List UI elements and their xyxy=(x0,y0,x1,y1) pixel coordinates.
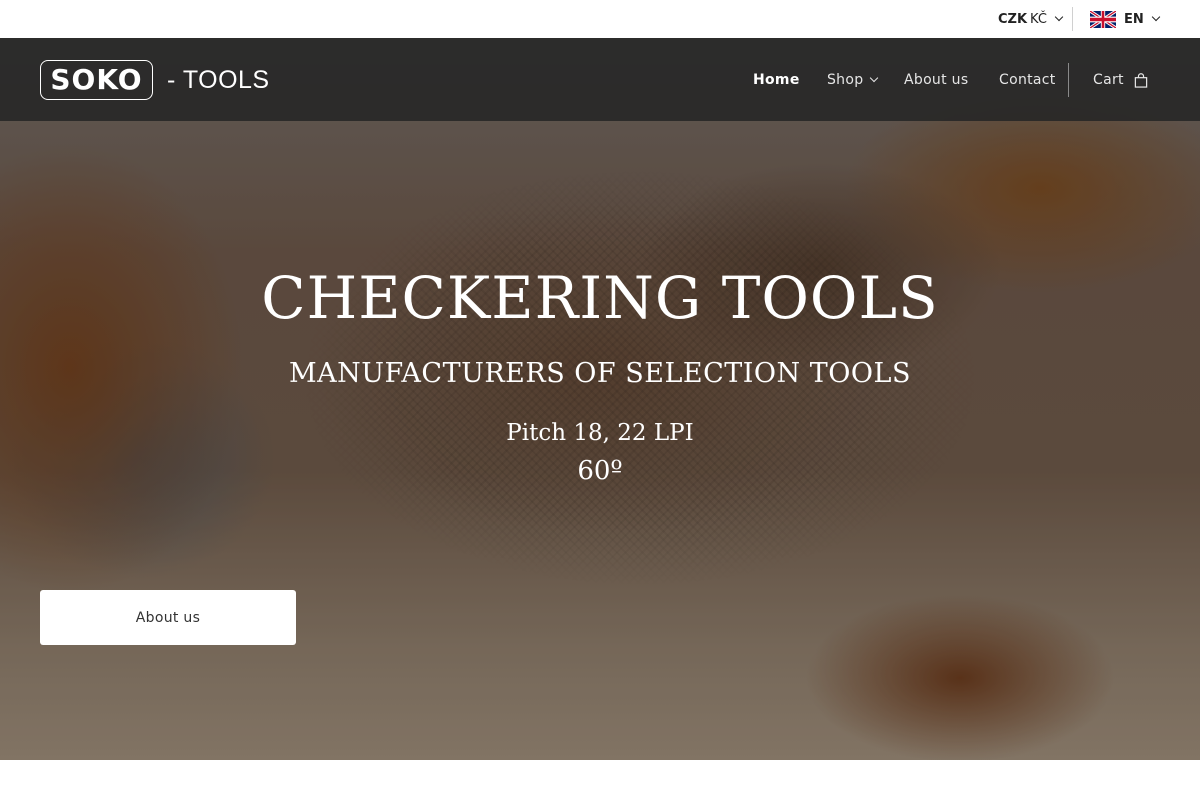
currency-symbol: KČ xyxy=(1030,11,1047,27)
hero-pitch-text: Pitch 18, 22 LPI xyxy=(506,420,694,446)
currency-selector[interactable]: CZK KČ xyxy=(998,9,1064,29)
divider xyxy=(1072,7,1073,31)
hero-overlay xyxy=(0,38,1200,760)
about-us-button-label: About us xyxy=(135,609,201,626)
logo-text: SOKO xyxy=(50,63,143,96)
logo-suffix: - TOOLS xyxy=(167,65,270,94)
nav-shop-label: Shop xyxy=(827,72,864,88)
chevron-down-icon xyxy=(1151,12,1161,22)
nav-home-label: Home xyxy=(753,72,800,88)
nav-contact-label: Contact xyxy=(999,72,1056,88)
language-selector[interactable]: EN xyxy=(1090,9,1161,29)
site-logo[interactable]: SOKO - TOOLS xyxy=(40,60,270,100)
hero-title: CHECKERING TOOLS xyxy=(261,264,939,332)
main-navbar: SOKO - TOOLS Home Shop About us Contact … xyxy=(0,38,1200,121)
chevron-down-icon xyxy=(870,73,879,83)
nav-home[interactable]: Home xyxy=(753,69,800,91)
nav-shop[interactable]: Shop xyxy=(827,69,879,91)
hero-banner: SOKO - TOOLS Home Shop About us Contact … xyxy=(0,38,1200,760)
logo-badge: SOKO xyxy=(40,60,153,100)
shopping-bag-icon xyxy=(1134,72,1148,88)
nav-cart[interactable]: Cart xyxy=(1093,69,1148,91)
nav-contact[interactable]: Contact xyxy=(999,69,1056,91)
chevron-down-icon xyxy=(1054,12,1064,22)
currency-code: CZK xyxy=(998,11,1028,27)
hero-angle-text: 60º xyxy=(577,456,623,486)
nav-about[interactable]: About us xyxy=(904,69,968,91)
nav-about-label: About us xyxy=(904,72,969,88)
nav-divider xyxy=(1068,63,1069,97)
top-utility-bar: CZK KČ EN xyxy=(0,0,1200,38)
nav-cart-label: Cart xyxy=(1093,72,1124,88)
about-us-button[interactable]: About us xyxy=(40,590,296,645)
uk-flag-icon xyxy=(1090,10,1116,28)
language-label: EN xyxy=(1124,11,1144,27)
hero-subtitle: MANUFACTURERS OF SELECTION TOOLS xyxy=(289,358,911,389)
